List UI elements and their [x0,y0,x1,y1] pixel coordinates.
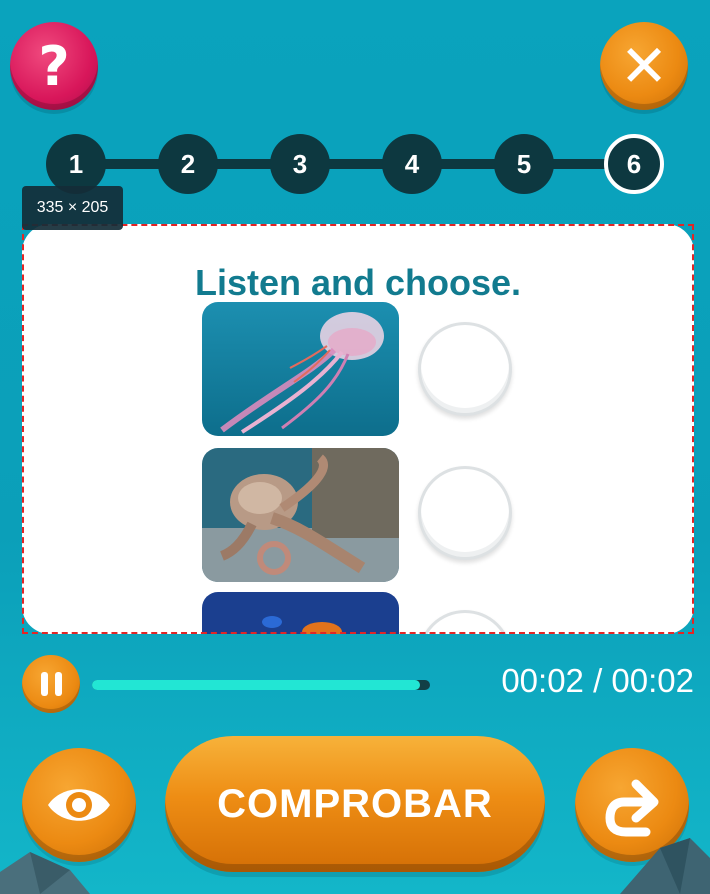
eye-icon [48,789,110,821]
check-button-label: COMPROBAR [217,781,493,826]
rock-decoration-left [0,852,90,894]
step-3[interactable]: 3 [270,134,330,194]
close-button[interactable]: ✕ [600,22,688,110]
step-5[interactable]: 5 [494,134,554,194]
pause-button[interactable] [22,655,80,713]
redo-arrow-icon [605,779,659,837]
question-mark-icon: ? [38,34,70,98]
help-button[interactable]: ? [10,22,98,110]
step-2[interactable]: 2 [158,134,218,194]
audio-progress-fill [92,680,420,690]
jellyfish-image[interactable] [202,302,399,436]
rock-decoration-right [620,838,710,894]
fish-image[interactable] [202,592,399,634]
step-6-current[interactable]: 6 [604,134,664,194]
exercise-card: Listen and choose. [22,224,694,634]
instruction-title: Listen and choose. [194,262,522,303]
step-1[interactable]: 1 [46,134,106,194]
close-icon: ✕ [619,32,669,100]
octopus-image[interactable] [202,448,399,582]
pause-icon [40,672,62,696]
audio-progress-bar[interactable] [92,680,430,690]
step-4[interactable]: 4 [382,134,442,194]
audio-time: 00:02 / 00:02 [501,662,694,699]
show-answer-button[interactable] [22,748,136,862]
option-1-radio[interactable] [418,322,512,416]
option-3-radio[interactable] [418,610,512,634]
check-button[interactable]: COMPROBAR [165,736,545,872]
option-2-radio[interactable] [418,466,512,560]
size-tag: 335 × 205 [22,186,123,230]
